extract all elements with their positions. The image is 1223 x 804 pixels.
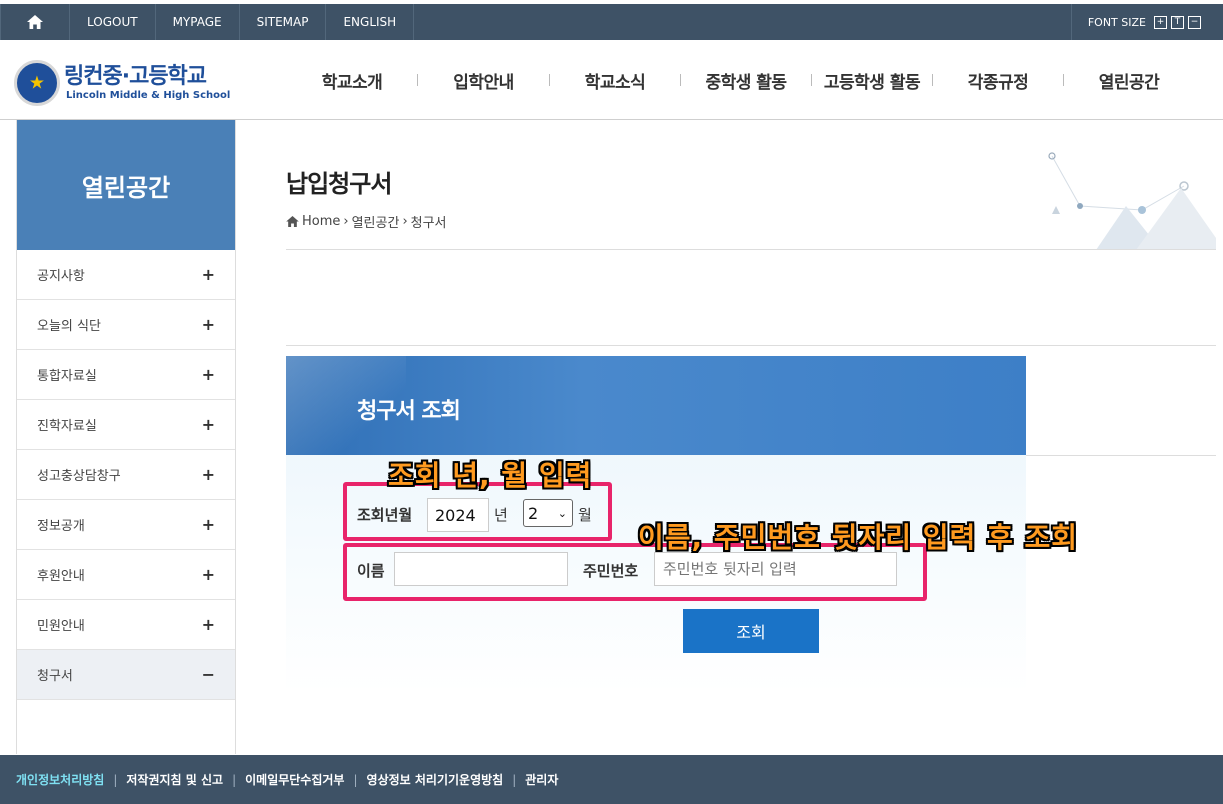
plus-icon: +: [201, 315, 215, 334]
top-utility-bar: LOGOUT MYPAGE SITEMAP ENGLISH FONT SIZE …: [0, 4, 1223, 40]
sidebar-item-label: 정보공개: [37, 519, 85, 534]
decorative-mountain-graphic: [1048, 152, 1216, 250]
logo-school-name: 링컨중·고등학교: [64, 64, 207, 89]
school-emblem-icon: ★: [14, 60, 60, 106]
page-title: 납입청구서: [286, 170, 392, 198]
plus-icon: +: [201, 265, 215, 284]
font-increase-button[interactable]: +: [1154, 15, 1167, 29]
sidebar-item-label: 진학자료실: [37, 419, 97, 434]
school-logo[interactable]: ★ 링컨중·고등학교 Lincoln Middle & High School: [14, 60, 230, 106]
plus-icon: +: [201, 565, 215, 584]
footer-copyright-link[interactable]: 저작권지침 및 신고: [126, 771, 223, 788]
sidebar-item-counseling[interactable]: 성고충상담창구 +: [17, 450, 235, 500]
sidebar-item-label: 청구서: [37, 669, 73, 684]
sidebar-item-sponsor[interactable]: 후원안내 +: [17, 550, 235, 600]
plus-icon: +: [201, 515, 215, 534]
mypage-link[interactable]: MYPAGE: [156, 4, 240, 40]
nav-open-space[interactable]: 열린공간: [1064, 68, 1194, 93]
nav-high-activities[interactable]: 고등학생 활동: [812, 68, 932, 93]
font-decrease-button[interactable]: −: [1188, 15, 1201, 29]
minus-icon: −: [201, 665, 215, 684]
section-divider: [286, 345, 1216, 346]
sidebar-item-archive[interactable]: 통합자료실 +: [17, 350, 235, 400]
sidebar-item-disclosure[interactable]: 정보공개 +: [17, 500, 235, 550]
sidebar-title: 열린공간: [17, 120, 235, 250]
home-button[interactable]: [0, 4, 70, 40]
sidebar-item-label: 오늘의 식단: [37, 319, 101, 334]
sidebar-item-invoice[interactable]: 청구서 −: [17, 650, 235, 700]
form-header: 청구서 조회: [286, 356, 1026, 455]
sidebar-item-label: 공지사항: [37, 269, 85, 284]
plus-icon: +: [201, 365, 215, 384]
plus-icon: +: [201, 615, 215, 634]
font-size-label: FONT SIZE: [1087, 15, 1146, 29]
footer-privacy-link[interactable]: 개인정보처리방침: [16, 771, 104, 788]
sidebar: 열린공간 공지사항 + 오늘의 식단 + 통합자료실 + 진학자료실 + 성고충상담창구…: [16, 120, 236, 754]
site-footer: 개인정보처리방침 | 저작권지침 및 신고 | 이메일무단수집거부 | 영상정보…: [0, 755, 1223, 804]
sidebar-item-career[interactable]: 진학자료실 +: [17, 400, 235, 450]
nav-regulations[interactable]: 각종규정: [933, 68, 1063, 93]
logo-school-english: Lincoln Middle & High School: [66, 90, 231, 101]
identity-annotation-text: 이름, 주민번호 뒷자리 입력 후 조회: [638, 521, 1079, 554]
site-header: ★ 링컨중·고등학교 Lincoln Middle & High School …: [0, 40, 1223, 120]
home-icon: [286, 216, 299, 227]
english-link[interactable]: ENGLISH: [326, 4, 415, 40]
breadcrumb-home[interactable]: Home: [302, 214, 340, 229]
sidebar-item-notice[interactable]: 공지사항 +: [17, 250, 235, 300]
chevron-right-icon: ›: [402, 214, 408, 229]
nav-admission[interactable]: 입학안내: [418, 68, 549, 93]
sidebar-item-menu[interactable]: 오늘의 식단 +: [17, 300, 235, 350]
nav-school-news[interactable]: 학교소식: [550, 68, 680, 93]
logout-link[interactable]: LOGOUT: [70, 4, 156, 40]
chevron-right-icon: ›: [343, 214, 349, 229]
font-reset-button[interactable]: T: [1171, 15, 1184, 29]
form-heading: 청구서 조회: [357, 399, 461, 424]
breadcrumb: Home › 열린공간 › 청구서: [286, 212, 447, 231]
footer-admin-link[interactable]: 관리자: [525, 771, 558, 788]
period-annotation-text: 조회 년, 월 입력: [388, 459, 593, 492]
footer-cctv-policy-link[interactable]: 영상정보 처리기기운영방침: [367, 771, 504, 788]
breadcrumb-current: 청구서: [410, 216, 447, 231]
title-divider: [286, 249, 1216, 250]
search-button[interactable]: 조회: [683, 609, 819, 653]
footer-email-policy-link[interactable]: 이메일무단수집거부: [245, 771, 344, 788]
sidebar-item-label: 성고충상담창구: [37, 469, 121, 484]
sitemap-link[interactable]: SITEMAP: [240, 4, 327, 40]
plus-icon: +: [201, 465, 215, 484]
form-side-divider: [1026, 455, 1216, 456]
nav-school-intro[interactable]: 학교소개: [287, 68, 417, 93]
sidebar-item-label: 민원안내: [37, 619, 85, 634]
home-icon: [27, 15, 43, 29]
utility-links: LOGOUT MYPAGE SITEMAP ENGLISH: [0, 4, 415, 40]
breadcrumb-open-space[interactable]: 열린공간: [352, 212, 400, 231]
font-size-control: FONT SIZE + T −: [1070, 4, 1223, 40]
main-nav: 학교소개 입학안내 학교소식 중학생 활동 고등학생 활동 각종규정 열린공간: [287, 40, 1194, 120]
sidebar-item-civil[interactable]: 민원안내 +: [17, 600, 235, 650]
nav-middle-activities[interactable]: 중학생 활동: [681, 68, 811, 93]
sidebar-item-label: 통합자료실: [37, 369, 97, 384]
plus-icon: +: [201, 415, 215, 434]
sidebar-item-label: 후원안내: [37, 569, 85, 584]
